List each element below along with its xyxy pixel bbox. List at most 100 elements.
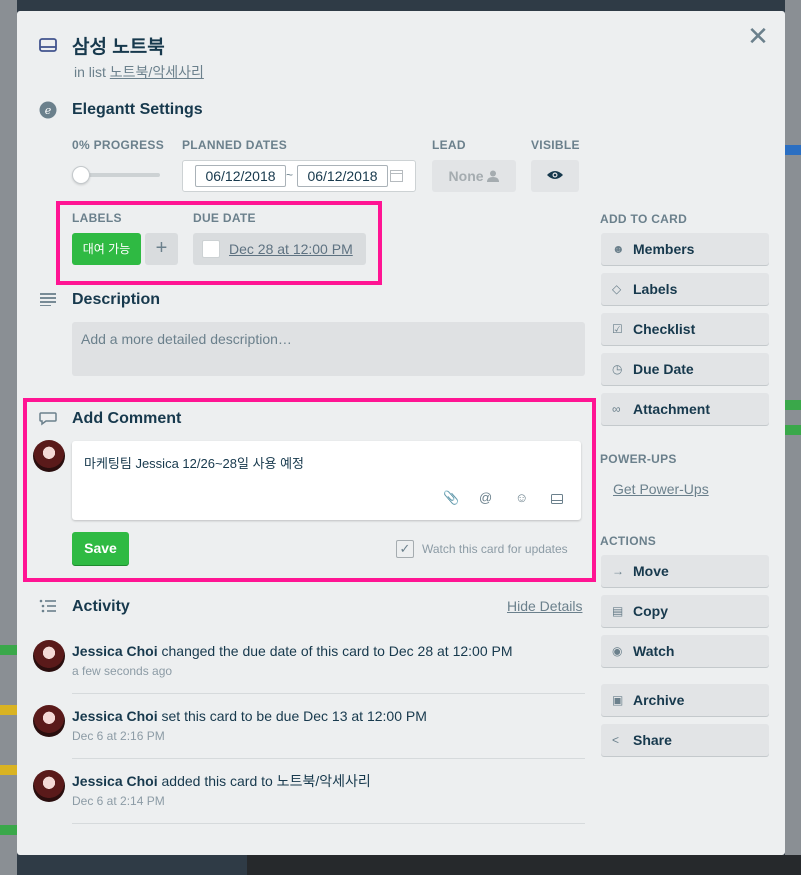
copy-label: Copy (633, 603, 668, 619)
list-link[interactable]: 노트북/악세사리 (110, 64, 204, 80)
activity-time[interactable]: Dec 6 at 2:14 PM (72, 794, 585, 808)
in-list-text: in list 노트북/악세사리 (74, 62, 204, 82)
start-date-input[interactable]: 06/12/2018 (195, 165, 286, 187)
attachment-label: Attachment (633, 401, 711, 417)
clock-icon: ◷ (612, 362, 623, 376)
elegantt-title: Elegantt Settings (72, 101, 203, 118)
progress-slider-thumb[interactable] (72, 166, 90, 184)
due-date-label: Due Date (633, 361, 694, 377)
add-comment-title: Add Comment (72, 410, 182, 427)
divider (72, 758, 585, 759)
planned-dates-label: PLANNED DATES (182, 138, 288, 152)
due-date-button[interactable]: ◷ Due Date (601, 353, 769, 385)
in-list-prefix: in list (74, 64, 106, 80)
get-powerups-link[interactable]: Get Power-Ups (613, 481, 709, 497)
share-label: Share (633, 732, 672, 748)
attachment-button[interactable]: ∞ Attachment (601, 393, 769, 425)
labels-button[interactable]: ◇ Labels (601, 273, 769, 305)
board-list-left (0, 0, 17, 875)
activity-user[interactable]: Jessica Choi (72, 643, 158, 659)
calendar-icon[interactable] (390, 169, 403, 187)
board-list-right (785, 0, 801, 875)
board-label-stripe (0, 705, 17, 715)
watch-checkbox[interactable]: ✓ (396, 540, 414, 558)
person-icon (487, 161, 500, 193)
checklist-label: Checklist (633, 321, 696, 337)
person-icon: ☻ (612, 242, 625, 256)
lead-select[interactable]: None (432, 160, 516, 192)
end-date-input[interactable]: 06/12/2018 (297, 165, 388, 187)
hide-details-link[interactable]: Hide Details (507, 598, 582, 614)
avatar (33, 705, 65, 737)
activity-item: Jessica Choi changed the due date of thi… (72, 642, 585, 678)
checklist-button[interactable]: ☑ Checklist (601, 313, 769, 345)
watch-button[interactable]: ◉ Watch (601, 635, 769, 667)
board-background (247, 855, 801, 875)
card-icon[interactable] (551, 492, 563, 507)
watch-label: Watch this card for updates (422, 542, 568, 556)
description-title: Description (72, 291, 161, 308)
activity-title: Activity (72, 598, 130, 615)
activity-user[interactable]: Jessica Choi (72, 773, 158, 789)
visible-toggle[interactable] (531, 160, 579, 192)
description-input[interactable]: Add a more detailed description… (72, 322, 585, 376)
divider (72, 693, 585, 694)
description-icon (39, 292, 57, 306)
share-button[interactable]: < Share (601, 724, 769, 756)
date-separator: ~ (286, 168, 294, 182)
card-title[interactable]: 삼성 노트북 (72, 32, 165, 59)
archive-icon: ▣ (612, 693, 624, 707)
planned-dates-field: 06/12/2018 ~ 06/12/2018 (182, 160, 416, 192)
mention-icon[interactable]: @ (479, 490, 492, 505)
powerups-title: POWER-UPS (600, 452, 677, 466)
archive-label: Archive (633, 692, 685, 708)
activity-action: changed the due date of this card to Dec… (161, 643, 513, 659)
activity-time[interactable]: Dec 6 at 2:16 PM (72, 729, 585, 743)
checkbox-icon: ☑ (612, 322, 623, 336)
labels-title: LABELS (72, 211, 122, 225)
elegantt-icon: e (39, 101, 57, 119)
label-chip[interactable]: 대여 가능 (72, 233, 141, 265)
move-button[interactable]: → Move (601, 555, 769, 587)
close-icon[interactable]: ✕ (746, 23, 770, 49)
members-label: Members (633, 241, 695, 257)
activity-item: Jessica Choi set this card to be due Dec… (72, 707, 585, 743)
move-label: Move (633, 563, 669, 579)
due-date-chip[interactable]: Dec 28 at 12:00 PM (193, 233, 366, 265)
comment-input[interactable]: 마케팅팀 Jessica 12/26~28일 사용 예정 📎 @ ☺ (72, 441, 581, 520)
board-label-stripe (0, 645, 17, 655)
activity-action: added this card to 노트북/악세사리 (161, 773, 371, 789)
avatar (33, 440, 65, 472)
progress-label: 0% PROGRESS (72, 138, 164, 152)
board-label-stripe (0, 825, 17, 835)
due-complete-checkbox[interactable] (202, 240, 220, 258)
members-button[interactable]: ☻ Members (601, 233, 769, 265)
visible-label: VISIBLE (531, 138, 580, 152)
card-icon (39, 37, 57, 53)
save-button[interactable]: Save (72, 532, 129, 565)
comment-icon (39, 411, 57, 427)
avatar (33, 770, 65, 802)
archive-button[interactable]: ▣ Archive (601, 684, 769, 716)
watch-label: Watch (633, 643, 675, 659)
share-icon: < (612, 733, 620, 747)
due-date-value[interactable]: Dec 28 at 12:00 PM (229, 241, 353, 257)
paperclip-icon[interactable]: 📎 (443, 490, 459, 506)
svg-text:e: e (45, 104, 52, 117)
board-label-stripe (785, 425, 801, 435)
eye-icon: ◉ (612, 644, 623, 658)
activity-item: Jessica Choi added this card to 노트북/악세사리… (72, 772, 585, 808)
actions-title: ACTIONS (600, 534, 657, 548)
card-detail-modal: ✕ 삼성 노트북 in list 노트북/악세사리 e Elegantt Set… (17, 11, 785, 855)
add-label-button[interactable]: + (145, 233, 178, 265)
divider (72, 823, 585, 824)
comment-text: 마케팅팀 Jessica 12/26~28일 사용 예정 (84, 456, 305, 471)
emoji-icon[interactable]: ☺ (515, 490, 528, 505)
board-label-stripe (785, 145, 801, 155)
paperclip-icon: ∞ (612, 402, 621, 416)
board-label-stripe (0, 765, 17, 775)
copy-button[interactable]: ▤ Copy (601, 595, 769, 627)
activity-time[interactable]: a few seconds ago (72, 664, 585, 678)
activity-user[interactable]: Jessica Choi (72, 708, 158, 724)
lead-value: None (448, 168, 484, 184)
